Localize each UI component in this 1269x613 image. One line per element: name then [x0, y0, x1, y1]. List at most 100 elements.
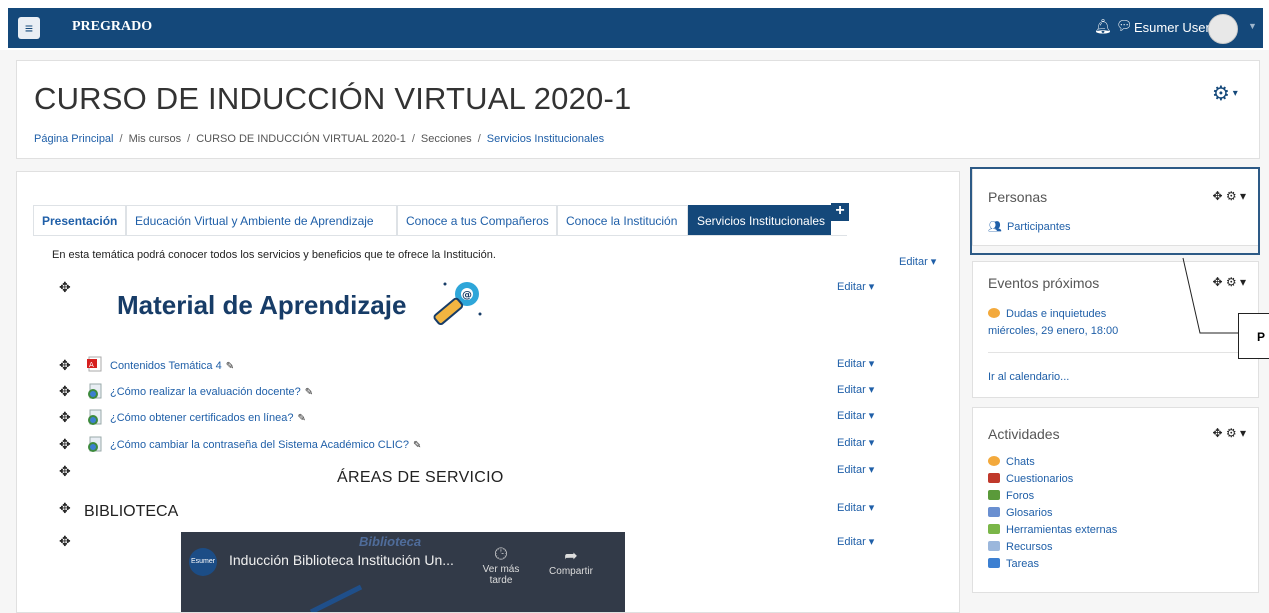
edit-section-menu[interactable]: Editar ▾: [899, 255, 936, 268]
breadcrumb-separator: /: [477, 133, 481, 145]
svg-text:@: @: [462, 290, 472, 301]
avatar[interactable]: [1208, 14, 1238, 44]
activity-assignments[interactable]: Tareas: [988, 558, 1039, 570]
activity-label[interactable]: ¿Cómo cambiar la contraseña del Sistema …: [110, 439, 409, 451]
gear-icon[interactable]: ⚙: [1226, 426, 1237, 440]
activity-label[interactable]: Recursos: [1006, 541, 1052, 553]
move-icon[interactable]: ✥: [59, 436, 71, 453]
bell-icon[interactable]: 🔔︎: [1094, 18, 1112, 35]
activity-label[interactable]: Foros: [1006, 490, 1034, 502]
pencil-icon[interactable]: ✎: [413, 440, 421, 451]
pencil-icon[interactable]: ✎: [305, 387, 313, 398]
move-icon[interactable]: ✥: [1212, 426, 1222, 440]
course-header: CURSO DE INDUCCIÓN VIRTUAL 2020-1 Página…: [16, 60, 1260, 159]
video-thumbnail-graphic: [309, 584, 363, 612]
activity-resources[interactable]: Recursos: [988, 541, 1052, 553]
edit-label: Editar: [837, 281, 866, 293]
edit-item-menu[interactable]: Editar ▾: [837, 463, 874, 476]
tab-conoce-companeros[interactable]: Conoce a tus Compañeros: [397, 205, 557, 235]
activity-label[interactable]: Herramientas externas: [1006, 524, 1117, 536]
channel-logo[interactable]: Esumer: [189, 548, 217, 576]
breadcrumb-separator: /: [119, 133, 123, 145]
block-title: Eventos próximos: [988, 275, 1100, 291]
tab-servicios-institucionales[interactable]: Servicios Institucionales: [688, 205, 831, 235]
tab-bar: Presentación Educación Virtual y Ambient…: [33, 203, 849, 236]
event-link[interactable]: Dudas e inquietudes: [988, 308, 1106, 320]
move-icon[interactable]: ✥: [59, 533, 71, 550]
activity-lti[interactable]: Herramientas externas: [988, 524, 1117, 536]
chat-icon[interactable]: 💬︎: [1116, 18, 1133, 34]
edit-item-menu[interactable]: Editar ▾: [837, 436, 874, 449]
edit-label: Editar: [837, 502, 866, 514]
edit-item-menu[interactable]: Editar ▾: [837, 535, 874, 548]
edit-item-menu[interactable]: Editar ▾: [837, 383, 874, 396]
forum-icon: [988, 490, 1000, 500]
block-controls[interactable]: ✥ ⚙ ▾: [1212, 426, 1246, 440]
site-brand[interactable]: PREGRADO: [72, 19, 152, 35]
video-embed[interactable]: Biblioteca Esumer Inducción Biblioteca I…: [181, 532, 625, 612]
quiz-icon: [988, 473, 1000, 483]
pencil-icon[interactable]: ✎: [226, 361, 234, 372]
add-tab-button[interactable]: +: [831, 203, 849, 221]
activity-link[interactable]: ¿Cómo cambiar la contraseña del Sistema …: [110, 439, 421, 451]
activity-label[interactable]: Chats: [1006, 456, 1035, 468]
edit-item-menu[interactable]: Editar ▾: [837, 409, 874, 422]
watch-later-button[interactable]: 🕒︎ Ver más tarde: [471, 546, 531, 586]
pencil-icon[interactable]: ✎: [297, 413, 305, 424]
move-icon[interactable]: ✥: [59, 463, 71, 480]
activity-label[interactable]: Tareas: [1006, 558, 1039, 570]
watch-later-label: Ver más tarde: [482, 564, 520, 586]
activity-label[interactable]: Glosarios: [1006, 507, 1052, 519]
video-overlay-word: Biblioteca: [359, 534, 422, 549]
tab-conoce-institucion[interactable]: Conoce la Institución: [557, 205, 688, 235]
move-icon[interactable]: ✥: [59, 383, 71, 400]
breadcrumb-home[interactable]: Página Principal: [34, 133, 114, 145]
share-button[interactable]: ➦ Compartir: [541, 546, 601, 577]
chevron-down-icon[interactable]: ▼: [1248, 21, 1257, 31]
pdf-icon: A: [87, 356, 102, 372]
activity-link[interactable]: ¿Cómo realizar la evaluación docente? ✎: [110, 386, 313, 398]
breadcrumb: Página Principal / Mis cursos / CURSO DE IND…: [34, 133, 604, 145]
share-label: Compartir: [549, 566, 593, 577]
move-icon[interactable]: ✥: [1212, 275, 1222, 289]
move-icon[interactable]: ✥: [59, 357, 71, 374]
hamburger-icon[interactable]: ≡: [18, 17, 40, 39]
calendar-link[interactable]: Ir al calendario...: [988, 371, 1069, 383]
edit-label: Editar: [837, 358, 866, 370]
tab-educacion-virtual[interactable]: Educación Virtual y Ambiente de Aprendiz…: [126, 205, 397, 235]
page: CURSO DE INDUCCIÓN VIRTUAL 2020-1 Página…: [0, 50, 1269, 613]
video-title[interactable]: Inducción Biblioteca Institución Un...: [229, 552, 454, 568]
activity-glossaries[interactable]: Glosarios: [988, 507, 1052, 519]
activity-label[interactable]: ¿Cómo obtener certificados en línea?: [110, 412, 293, 424]
tab-presentacion[interactable]: Presentación: [33, 205, 126, 235]
activity-label[interactable]: Contenidos Temática 4: [110, 360, 222, 372]
breadcrumb-current[interactable]: Servicios Institucionales: [487, 133, 604, 145]
gear-icon[interactable]: ⚙ ▾: [1212, 81, 1238, 106]
activity-link[interactable]: Contenidos Temática 4 ✎: [110, 360, 234, 372]
biblioteca-heading: BIBLIOTECA: [84, 503, 179, 520]
activity-chats[interactable]: Chats: [988, 456, 1035, 468]
breadcrumb-sections: Secciones: [420, 133, 472, 145]
highlight-box: [970, 167, 1260, 255]
edit-item-menu[interactable]: Editar ▾: [837, 280, 874, 293]
activity-quizzes[interactable]: Cuestionarios: [988, 473, 1073, 485]
breadcrumb-course[interactable]: CURSO DE INDUCCIÓN VIRTUAL 2020-1: [196, 133, 406, 145]
edit-label: Editar: [837, 464, 866, 476]
activity-forums[interactable]: Foros: [988, 490, 1034, 502]
activity-link[interactable]: ¿Cómo obtener certificados en línea? ✎: [110, 412, 306, 424]
move-icon[interactable]: ✥: [59, 279, 71, 296]
activity-label[interactable]: Cuestionarios: [1006, 473, 1073, 485]
event-name[interactable]: Dudas e inquietudes: [1006, 308, 1106, 320]
edit-label: Editar: [837, 536, 866, 548]
pen-icon: @: [433, 282, 482, 326]
gear-icon[interactable]: ⚙: [1226, 275, 1237, 289]
user-name[interactable]: Esumer User: [1134, 20, 1210, 35]
edit-item-menu[interactable]: Editar ▾: [837, 357, 874, 370]
move-icon[interactable]: ✥: [59, 500, 71, 517]
page-icon: [88, 436, 102, 452]
move-icon[interactable]: ✥: [59, 409, 71, 426]
edit-item-menu[interactable]: Editar ▾: [837, 501, 874, 514]
activity-label[interactable]: ¿Cómo realizar la evaluación docente?: [110, 386, 301, 398]
block-controls[interactable]: ✥ ⚙ ▾: [1212, 275, 1246, 289]
event-date[interactable]: miércoles, 29 enero, 18:00: [988, 325, 1118, 337]
